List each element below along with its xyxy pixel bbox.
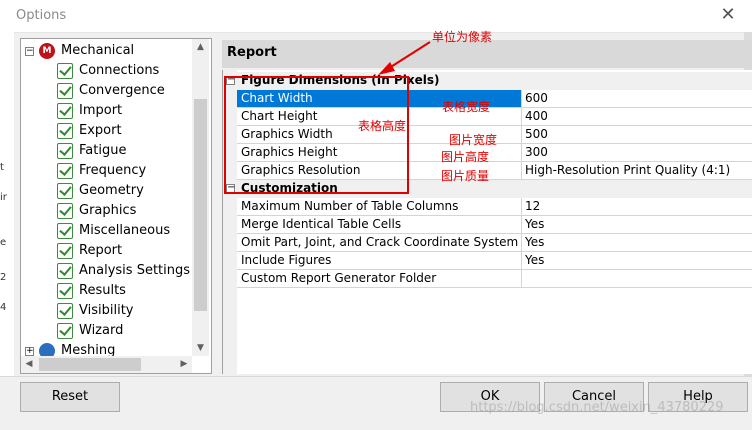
green-check-icon bbox=[57, 163, 73, 179]
green-check-icon bbox=[57, 263, 73, 279]
scroll-thumb[interactable] bbox=[194, 99, 207, 311]
property-value[interactable]: Yes bbox=[525, 252, 752, 269]
annotation-arrow-icon bbox=[378, 41, 431, 75]
annotation-graphics-width: 图片宽度 bbox=[449, 133, 498, 147]
green-check-icon bbox=[57, 83, 73, 99]
tree-item-label: Geometry bbox=[79, 183, 144, 198]
property-row[interactable]: Merge Identical Table Cells Yes bbox=[237, 216, 752, 234]
green-check-icon bbox=[57, 143, 73, 159]
property-value[interactable]: Yes bbox=[525, 234, 752, 251]
property-value[interactable]: High-Resolution Print Quality (4:1) bbox=[525, 162, 752, 179]
tree-item-label: Export bbox=[79, 123, 122, 138]
property-row[interactable]: Include Figures Yes bbox=[237, 252, 752, 270]
title-bar: Options ✕ bbox=[0, 0, 752, 33]
panel-title: Report bbox=[227, 45, 277, 60]
property-name: Omit Part, Joint, and Crack Coordinate S… bbox=[237, 234, 522, 251]
tree-item-label: Fatigue bbox=[79, 143, 127, 158]
green-check-icon bbox=[57, 183, 73, 199]
green-check-icon bbox=[57, 323, 73, 339]
property-value[interactable]: Yes bbox=[525, 216, 752, 233]
scroll-thumb[interactable] bbox=[39, 358, 141, 371]
scroll-right-icon[interactable]: ▶ bbox=[176, 356, 192, 373]
property-name: Custom Report Generator Folder bbox=[237, 270, 522, 287]
scroll-up-icon[interactable]: ▲ bbox=[192, 39, 209, 55]
tree-item-label: Mechanical bbox=[61, 43, 135, 58]
property-row[interactable]: Maximum Number of Table Columns 12 bbox=[237, 198, 752, 216]
mechanical-logo-icon: M bbox=[39, 43, 55, 59]
watermark: https://blog.csdn.net/weixin_43780229 bbox=[470, 400, 724, 415]
green-check-icon bbox=[57, 123, 73, 139]
tree-item-label: Convergence bbox=[79, 83, 165, 98]
property-value[interactable]: 12 bbox=[525, 198, 752, 215]
tree-item-label: Import bbox=[79, 103, 123, 118]
annotation-graphics-resolution: 图片质量 bbox=[441, 169, 490, 183]
tree-item-label: Analysis Settings ar bbox=[79, 263, 208, 278]
property-row[interactable]: Omit Part, Joint, and Crack Coordinate S… bbox=[237, 234, 752, 252]
options-tree[interactable]: − M Mechanical Connections Convergence Imp… bbox=[20, 38, 212, 374]
annotation-box bbox=[224, 76, 409, 194]
green-check-icon bbox=[57, 243, 73, 259]
property-row[interactable]: Custom Report Generator Folder bbox=[237, 270, 752, 288]
annotation-graphics-height: 图片高度 bbox=[441, 150, 490, 164]
property-name: Include Figures bbox=[237, 252, 522, 269]
background-window-edge: t ir e 2 4 bbox=[0, 32, 14, 429]
property-value[interactable]: 600 bbox=[525, 90, 752, 107]
tree-item-label: Frequency bbox=[79, 163, 147, 178]
scroll-down-icon[interactable]: ▼ bbox=[192, 340, 209, 356]
green-check-icon bbox=[57, 203, 73, 219]
scroll-left-icon[interactable]: ◀ bbox=[21, 356, 37, 373]
property-name: Maximum Number of Table Columns bbox=[237, 198, 522, 215]
reset-button[interactable]: Reset bbox=[20, 382, 120, 412]
tree-item-label: Report bbox=[79, 243, 123, 258]
green-check-icon bbox=[57, 103, 73, 119]
tree-horizontal-scrollbar[interactable]: ◀ ▶ bbox=[21, 356, 192, 373]
annotation-chart-height: 表格高度 bbox=[358, 119, 407, 133]
property-value[interactable]: 500 bbox=[525, 126, 752, 143]
property-value[interactable] bbox=[525, 270, 752, 287]
property-value[interactable]: 400 bbox=[525, 108, 752, 125]
collapse-icon[interactable]: − bbox=[25, 47, 34, 56]
annotation-chart-width: 表格宽度 bbox=[442, 100, 491, 114]
tree-item-label: Connections bbox=[79, 63, 160, 78]
green-check-icon bbox=[57, 223, 73, 239]
tree-item-label: Results bbox=[79, 283, 126, 298]
green-check-icon bbox=[57, 63, 73, 79]
tree-item-label: Graphics bbox=[79, 203, 137, 218]
property-name: Merge Identical Table Cells bbox=[237, 216, 522, 233]
property-value[interactable]: 300 bbox=[525, 144, 752, 161]
tree-item-label: Visibility bbox=[79, 303, 134, 318]
annotation-unit-note: 单位为像素 bbox=[432, 30, 493, 44]
green-check-icon bbox=[57, 303, 73, 319]
tree-item-label: Wizard bbox=[79, 323, 124, 338]
green-check-icon bbox=[57, 283, 73, 299]
tree-item-label: Miscellaneous bbox=[79, 223, 171, 238]
window-title: Options bbox=[16, 8, 67, 23]
close-icon[interactable]: ✕ bbox=[718, 4, 738, 25]
tree-vertical-scrollbar[interactable]: ▲ ▼ bbox=[192, 39, 209, 356]
expand-icon[interactable]: + bbox=[25, 347, 34, 356]
